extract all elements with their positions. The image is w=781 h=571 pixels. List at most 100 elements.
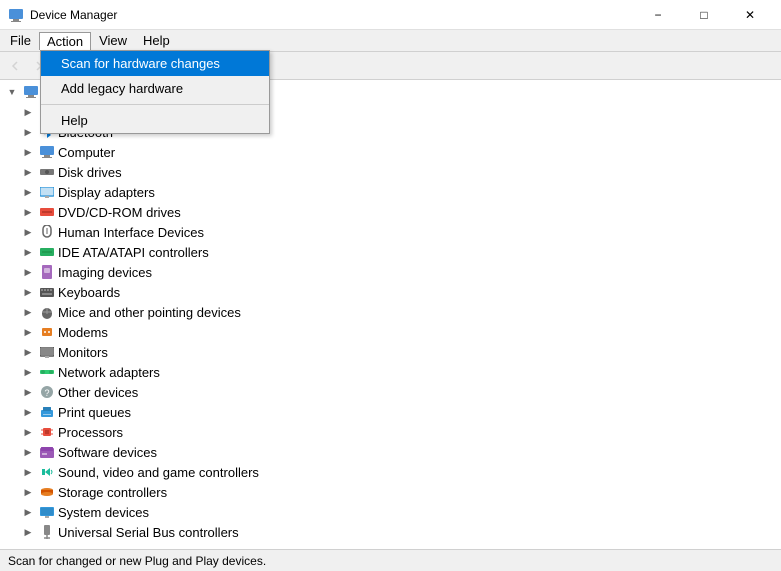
expand-ide[interactable]: ▶ — [20, 244, 36, 260]
root-computer-icon — [23, 84, 39, 100]
expand-sound[interactable]: ▶ — [20, 464, 36, 480]
tree-item-dvd[interactable]: ▶ DVD/CD-ROM drives — [0, 202, 781, 222]
menu-action[interactable]: Action Scan for hardware changes Add leg… — [39, 32, 91, 50]
expand-bluetooth[interactable]: ▶ — [20, 124, 36, 140]
app-icon — [8, 7, 24, 23]
maximize-button[interactable]: □ — [681, 0, 727, 30]
icon-storage — [39, 484, 55, 500]
icon-hid — [39, 224, 55, 240]
label-ide: IDE ATA/ATAPI controllers — [58, 245, 209, 260]
label-hid: Human Interface Devices — [58, 225, 204, 240]
tree-item-ide[interactable]: ▶ IDE ATA/ATAPI controllers — [0, 242, 781, 262]
toolbar-back-button[interactable] — [4, 55, 26, 77]
icon-dvd — [39, 204, 55, 220]
tree-item-hid[interactable]: ▶ Human Interface Devices — [0, 222, 781, 242]
title-bar-left: Device Manager — [8, 7, 117, 23]
expand-keyboards[interactable]: ▶ — [20, 284, 36, 300]
tree-item-imaging[interactable]: ▶ Imaging devices — [0, 262, 781, 282]
expand-network[interactable]: ▶ — [20, 364, 36, 380]
icon-print — [39, 404, 55, 420]
icon-processors — [39, 424, 55, 440]
tree-item-system[interactable]: ▶ System devices — [0, 502, 781, 522]
dropdown-scan-hardware[interactable]: Scan for hardware changes — [41, 51, 269, 76]
label-processors: Processors — [58, 425, 123, 440]
label-storage: Storage controllers — [58, 485, 167, 500]
tree-item-modems[interactable]: ▶ Modems — [0, 322, 781, 342]
expand-usb[interactable]: ▶ — [20, 524, 36, 540]
tree-item-other[interactable]: ▶ ? Other devices — [0, 382, 781, 402]
icon-software — [39, 444, 55, 460]
action-dropdown: Scan for hardware changes Add legacy har… — [40, 50, 270, 134]
expand-software[interactable]: ▶ — [20, 444, 36, 460]
tree-item-keyboards[interactable]: ▶ Keyboards — [0, 282, 781, 302]
tree-item-computer[interactable]: ▶ Computer — [0, 142, 781, 162]
root-expand-btn[interactable]: ▼ — [4, 84, 20, 100]
menu-file[interactable]: File — [2, 31, 39, 50]
icon-display-adapters — [39, 184, 55, 200]
label-monitors: Monitors — [58, 345, 108, 360]
tree-item-mice[interactable]: ▶ Mice and other pointing devices — [0, 302, 781, 322]
expand-monitors[interactable]: ▶ — [20, 344, 36, 360]
menu-bar: File Action Scan for hardware changes Ad… — [0, 30, 781, 52]
menu-help[interactable]: Help — [135, 31, 178, 50]
label-network: Network adapters — [58, 365, 160, 380]
label-usb: Universal Serial Bus controllers — [58, 525, 239, 540]
window-title: Device Manager — [30, 8, 117, 22]
label-other: Other devices — [58, 385, 138, 400]
tree-item-software[interactable]: ▶ Software devices — [0, 442, 781, 462]
label-mice: Mice and other pointing devices — [58, 305, 241, 320]
expand-disk-drives[interactable]: ▶ — [20, 164, 36, 180]
dropdown-help[interactable]: Help — [41, 108, 269, 133]
label-print: Print queues — [58, 405, 131, 420]
expand-imaging[interactable]: ▶ — [20, 264, 36, 280]
menu-view[interactable]: View — [91, 31, 135, 50]
label-software: Software devices — [58, 445, 157, 460]
label-sound: Sound, video and game controllers — [58, 465, 259, 480]
icon-usb — [39, 524, 55, 540]
tree-item-disk-drives[interactable]: ▶ Disk drives — [0, 162, 781, 182]
expand-mice[interactable]: ▶ — [20, 304, 36, 320]
expand-storage[interactable]: ▶ — [20, 484, 36, 500]
dropdown-add-legacy[interactable]: Add legacy hardware — [41, 76, 269, 101]
expand-system[interactable]: ▶ — [20, 504, 36, 520]
label-display-adapters: Display adapters — [58, 185, 155, 200]
icon-network — [39, 364, 55, 380]
expand-hid[interactable]: ▶ — [20, 224, 36, 240]
icon-monitors — [39, 344, 55, 360]
status-text: Scan for changed or new Plug and Play de… — [8, 554, 266, 568]
expand-other[interactable]: ▶ — [20, 384, 36, 400]
label-dvd: DVD/CD-ROM drives — [58, 205, 181, 220]
icon-ide — [39, 244, 55, 260]
icon-imaging — [39, 264, 55, 280]
icon-sound — [39, 464, 55, 480]
close-button[interactable]: ✕ — [727, 0, 773, 30]
device-tree-panel[interactable]: ▼ DESKTOP-ABC123 ▶ Batteries ▶ Bluetooth… — [0, 80, 781, 549]
icon-computer — [39, 144, 55, 160]
back-icon — [9, 60, 21, 72]
tree-item-sound[interactable]: ▶ Sound, video and game controllers — [0, 462, 781, 482]
tree-item-processors[interactable]: ▶ Processors — [0, 422, 781, 442]
status-bar: Scan for changed or new Plug and Play de… — [0, 549, 781, 571]
expand-computer[interactable]: ▶ — [20, 144, 36, 160]
tree-item-monitors[interactable]: ▶ Monitors — [0, 342, 781, 362]
tree-item-print[interactable]: ▶ Print queues — [0, 402, 781, 422]
dropdown-separator — [41, 104, 269, 105]
svg-text:?: ? — [44, 388, 49, 398]
expand-modems[interactable]: ▶ — [20, 324, 36, 340]
tree-item-display-adapters[interactable]: ▶ Display adapters — [0, 182, 781, 202]
label-imaging: Imaging devices — [58, 265, 152, 280]
icon-other: ? — [39, 384, 55, 400]
tree-item-storage[interactable]: ▶ Storage controllers — [0, 482, 781, 502]
expand-print[interactable]: ▶ — [20, 404, 36, 420]
icon-disk-drives — [39, 164, 55, 180]
expand-dvd[interactable]: ▶ — [20, 204, 36, 220]
expand-processors[interactable]: ▶ — [20, 424, 36, 440]
minimize-button[interactable]: − — [635, 0, 681, 30]
label-keyboards: Keyboards — [58, 285, 120, 300]
label-computer: Computer — [58, 145, 115, 160]
device-categories: ▶ Batteries ▶ Bluetooth ▶ Computer ▶ Dis… — [0, 102, 781, 542]
expand-display-adapters[interactable]: ▶ — [20, 184, 36, 200]
tree-item-usb[interactable]: ▶ Universal Serial Bus controllers — [0, 522, 781, 542]
expand-batteries[interactable]: ▶ — [20, 104, 36, 120]
tree-item-network[interactable]: ▶ Network adapters — [0, 362, 781, 382]
